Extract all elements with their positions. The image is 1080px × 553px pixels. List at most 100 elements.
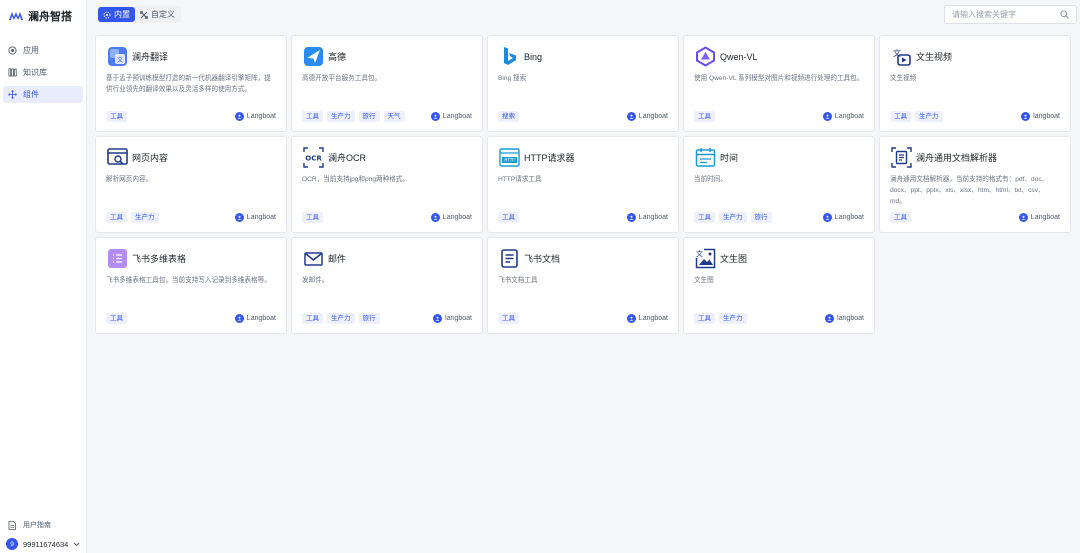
author-avatar-icon [1018, 213, 1028, 222]
component-card[interactable]: 文 文生视频 文生视频 工具 生产力 langboat [879, 35, 1071, 132]
component-card[interactable]: 高德 高德开放平台服务工具包。 工具 生产力 旅行 天气 Langboat [291, 35, 483, 132]
tag: 工具 [498, 313, 519, 324]
qwen-icon [696, 46, 715, 67]
text-to-video-icon: 文 [893, 48, 911, 66]
card-author: langboat [1033, 113, 1060, 120]
card-title: 澜舟OCR [328, 153, 366, 163]
card-author: langboat [837, 315, 864, 322]
card-title: 文生图 [720, 254, 748, 264]
amap-icon [304, 47, 323, 66]
card-description: 飞书多维表格工具包，当前支持写入记录到多维表格等。 [106, 277, 271, 284]
card-title: 澜舟通用文档解析器 [916, 153, 998, 163]
tag: 工具 [694, 313, 715, 324]
card-title: 网页内容 [132, 153, 169, 163]
text-to-image-icon: 文 [695, 248, 716, 269]
author-avatar-icon [822, 213, 832, 222]
tag: 生产力 [327, 111, 355, 122]
svg-text:OCR: OCR [305, 155, 322, 163]
tag: 生产力 [131, 212, 159, 223]
tag: 工具 [302, 313, 323, 324]
ocr-icon: OCR [303, 147, 324, 168]
author-avatar-icon [825, 314, 835, 323]
component-card[interactable]: 邮件 发邮件。 工具 生产力 旅行 langboat [291, 237, 483, 334]
http-icon: HTTP [499, 148, 520, 167]
custom-icon [140, 10, 148, 19]
author-avatar-icon [822, 112, 832, 121]
card-title: 飞书文档 [524, 254, 561, 264]
author-avatar-icon [430, 112, 440, 121]
author-avatar-icon [626, 213, 636, 222]
search-input[interactable] [952, 10, 1052, 19]
tag: 工具 [106, 212, 127, 223]
component-grid: 文 澜舟翻译 基于孟子预训练模型打造的新一代机器翻译引擎矩阵，提供行业领先的翻译… [95, 35, 1071, 334]
card-description: 文生视频 [890, 75, 917, 82]
svg-text:文: 文 [117, 56, 123, 64]
tag: 工具 [694, 212, 715, 223]
source-tabs: 内置 自定义 [97, 6, 181, 23]
component-card[interactable]: 澜舟通用文档解析器 澜舟通用文档解析器，当前支持的格式有：pdf、doc、doc… [879, 136, 1071, 233]
tab-builtin[interactable]: 内置 [98, 7, 135, 22]
card-title: 邮件 [328, 254, 347, 264]
document-icon [8, 520, 16, 530]
tag: 旅行 [358, 313, 380, 324]
author-avatar-icon [626, 112, 636, 121]
tag: 工具 [694, 111, 715, 122]
user-guide-label: 用户指南 [23, 522, 51, 529]
tag: 工具 [890, 111, 911, 122]
sidebar-nav: 应用 知识库 组件 [3, 42, 83, 108]
user-menu[interactable]: 9 99911674634 [6, 538, 80, 550]
card-author: Langboat [1030, 214, 1060, 221]
card-title: Qwen-VL [720, 51, 758, 62]
card-title: 澜舟翻译 [132, 52, 169, 62]
calendar-icon [695, 148, 716, 167]
component-card[interactable]: 时间 当前时间。 工具 生产力 旅行 Langboat [683, 136, 875, 233]
card-author: Langboat [246, 315, 276, 322]
component-card[interactable]: Qwen-VL 使用 Qwen-VL 系列模型对图片和视频进行处理的工具包。 工… [683, 35, 875, 132]
author-avatar-icon [626, 314, 636, 323]
user-name: 99911674634 [23, 539, 69, 549]
user-guide-link[interactable]: 用户指南 [8, 520, 51, 530]
sidebar-item-knowledge[interactable]: 知识库 [3, 64, 83, 81]
card-title: HTTP请求器 [524, 153, 575, 163]
card-author: Langboat [246, 113, 276, 120]
tab-custom[interactable]: 自定义 [135, 7, 180, 22]
component-card[interactable]: 文 澜舟翻译 基于孟子预训练模型打造的新一代机器翻译引擎矩阵，提供行业领先的翻译… [95, 35, 287, 132]
component-icon [8, 90, 17, 99]
book-icon [8, 68, 17, 77]
card-description: 高德开放平台服务工具包。 [302, 75, 382, 82]
tag: 工具 [106, 111, 127, 122]
author-avatar-icon [234, 213, 244, 222]
tag: 天气 [383, 111, 405, 122]
sidebar-item-apps[interactable]: 应用 [3, 42, 83, 59]
card-description: OCR，当前支持jpg和png两种格式。 [302, 176, 409, 183]
component-card[interactable]: HTTP HTTP请求器 HTTP请求工具 工具 Langboat [487, 136, 679, 233]
author-avatar-icon [1021, 112, 1031, 121]
component-card[interactable]: Bing Bing 搜索 搜索 Langboat [487, 35, 679, 132]
app-logo[interactable]: 澜舟智搭 [9, 9, 72, 23]
card-author: langboat [445, 315, 472, 322]
card-author: Langboat [638, 214, 668, 221]
card-description: 使用 Qwen-VL 系列模型对图片和视频进行处理的工具包。 [694, 75, 864, 82]
card-title: 时间 [720, 153, 739, 163]
app-icon [8, 46, 17, 55]
component-card[interactable]: OCR 澜舟OCR OCR，当前支持jpg和png两种格式。 工具 Langbo… [291, 136, 483, 233]
card-description: 飞书文档工具 [498, 277, 538, 284]
component-card[interactable]: 飞书多维表格 飞书多维表格工具包，当前支持写入记录到多维表格等。 工具 Lang… [95, 237, 287, 334]
component-card[interactable]: 飞书文档 飞书文档工具 工具 Langboat [487, 237, 679, 334]
search-icon[interactable] [1060, 10, 1069, 19]
chevron-down-icon [74, 542, 80, 546]
svg-text:文: 文 [893, 48, 901, 58]
tag: 生产力 [719, 313, 747, 324]
tag: 生产力 [915, 111, 943, 122]
card-description: 澜舟通用文档解析器，当前支持的格式有：pdf、doc、docx、ppt、pptx… [890, 176, 1049, 205]
sidebar-item-components[interactable]: 组件 [3, 86, 83, 103]
component-card[interactable]: 网页内容 解析网页内容。 工具 生产力 Langboat [95, 136, 287, 233]
card-author: Langboat [834, 214, 864, 221]
card-author: Langboat [638, 315, 668, 322]
author-avatar-icon [234, 314, 244, 323]
card-title: Bing [524, 51, 543, 62]
search-box [944, 5, 1077, 24]
component-card[interactable]: 文 文生图 文生图 工具 生产力 langboat [683, 237, 875, 334]
builtin-icon [103, 11, 111, 18]
tab-label: 内置 [114, 10, 130, 19]
